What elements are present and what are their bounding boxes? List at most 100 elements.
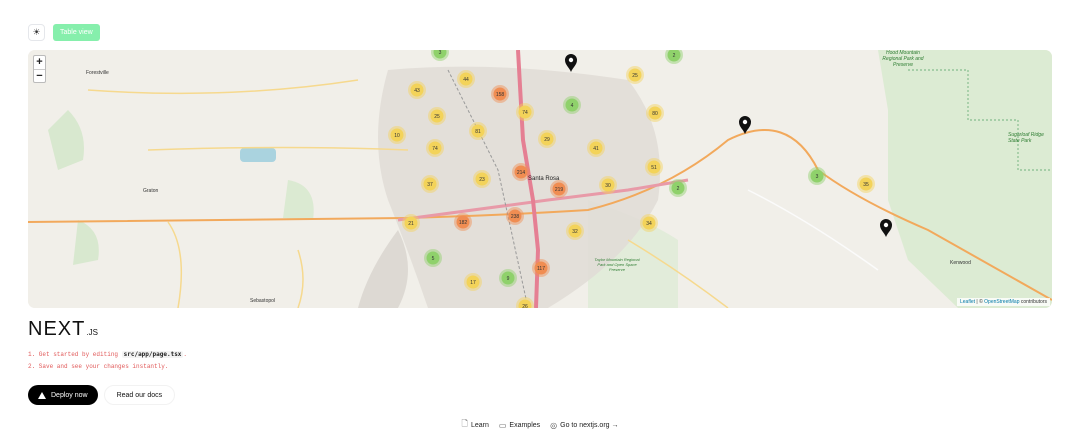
marker-cluster[interactable]: 37 <box>421 175 439 193</box>
map-attribution: Leaflet | © OpenStreetMap contributors <box>957 298 1050 306</box>
cluster-count: 10 <box>394 133 400 139</box>
osm-link[interactable]: OpenStreetMap <box>984 299 1019 305</box>
marker-cluster[interactable]: 26 <box>516 297 534 308</box>
marker-cluster[interactable]: 2 <box>665 50 683 64</box>
examples-label: Examples <box>509 421 541 429</box>
globe-icon: ◎ <box>550 420 558 430</box>
marker-cluster[interactable]: 219 <box>550 180 568 198</box>
map-pin-icon[interactable] <box>739 116 751 134</box>
logo-suffix: .JS <box>86 328 98 337</box>
cluster-count: 44 <box>463 77 469 83</box>
cluster-count: 3 <box>816 174 819 180</box>
step-suffix: . <box>183 351 188 358</box>
place-label-hood-mountain: Hood Mountain Regional Park and Preserve <box>882 50 924 68</box>
leaflet-link[interactable]: Leaflet <box>960 299 975 305</box>
marker-cluster[interactable]: 32 <box>566 222 584 240</box>
examples-link[interactable]: ▭ Examples <box>499 418 540 432</box>
docs-button[interactable]: Read our docs <box>103 385 176 405</box>
toolbar: ☀ Table view <box>28 23 100 41</box>
map-pin-icon[interactable] <box>880 219 892 237</box>
marker-cluster[interactable]: 74 <box>426 139 444 157</box>
marker-cluster[interactable]: 3 <box>808 167 826 185</box>
cluster-count: 29 <box>544 137 550 143</box>
cluster-count: 214 <box>517 170 526 176</box>
table-view-button[interactable]: Table view <box>53 23 100 41</box>
cluster-count: 74 <box>432 146 438 152</box>
cluster-count: 21 <box>408 221 414 227</box>
marker-cluster[interactable]: 3 <box>431 50 449 61</box>
marker-cluster[interactable]: 182 <box>454 213 472 231</box>
marker-cluster[interactable]: 5 <box>424 249 442 267</box>
actions: Deploy now Read our docs <box>28 385 176 405</box>
place-label-sugarloaf: Sugarloaf Ridge State Park <box>1008 132 1044 144</box>
window-icon: ▭ <box>498 420 507 430</box>
cluster-count: 2 <box>677 186 680 192</box>
marker-cluster[interactable]: 117 <box>532 259 550 277</box>
marker-cluster[interactable]: 51 <box>645 158 663 176</box>
cluster-count: 5 <box>432 256 435 262</box>
marker-cluster[interactable]: 30 <box>599 176 617 194</box>
step-prefix: 2. Save and see your changes instantly. <box>28 363 169 370</box>
marker-cluster[interactable]: 21 <box>402 214 420 232</box>
list-item: 2. Save and see your changes instantly. <box>28 361 187 373</box>
step-code: src/app/page.tsx <box>121 351 184 358</box>
step-prefix: 1. Get started by editing <box>28 351 122 358</box>
cluster-count: 35 <box>863 182 869 188</box>
cluster-count: 25 <box>434 114 440 120</box>
cluster-count: 3 <box>439 50 442 56</box>
cluster-count: 74 <box>522 110 528 116</box>
marker-cluster[interactable]: 29 <box>538 130 556 148</box>
place-label-taylor-mountain: Taylor Mountain Regional Park and Open S… <box>594 257 640 272</box>
marker-cluster[interactable]: 2 <box>669 179 687 197</box>
marker-cluster[interactable]: 44 <box>457 70 475 88</box>
learn-label: Learn <box>470 421 489 429</box>
place-label-sebastopol: Sebastopol <box>250 298 276 304</box>
marker-cluster[interactable]: 17 <box>464 273 482 291</box>
sun-icon[interactable]: ☀ <box>28 23 45 41</box>
deploy-button[interactable]: Deploy now <box>28 385 98 405</box>
list-item: 1. Get started by editing src/app/page.t… <box>28 349 187 361</box>
map[interactable]: 3 44 43 158 74 4 25 2 25 80 10 81 29 41 74 51 214 23 37 219… <box>28 50 1052 308</box>
map-pin-icon[interactable] <box>565 54 577 72</box>
marker-cluster[interactable]: 23 <box>473 170 491 188</box>
nextjs-label: Go to nextjs.org → <box>560 421 619 429</box>
cluster-count: 4 <box>571 103 574 109</box>
zoom-out-button[interactable]: − <box>34 69 45 82</box>
cluster-count: 51 <box>651 165 657 171</box>
nextjs-logo: NEXT .JS <box>28 318 98 340</box>
place-label-kenwood: Kenwood <box>950 260 971 266</box>
marker-cluster[interactable]: 25 <box>428 107 446 125</box>
marker-cluster[interactable]: 34 <box>640 214 658 232</box>
marker-cluster[interactable]: 35 <box>857 175 875 193</box>
marker-cluster[interactable]: 9 <box>499 269 517 287</box>
cluster-count: 80 <box>652 111 658 117</box>
vercel-triangle-icon <box>38 391 46 399</box>
marker-cluster[interactable]: 41 <box>587 139 605 157</box>
attribution-separator: | © <box>976 299 983 305</box>
marker-cluster[interactable]: 81 <box>469 122 487 140</box>
zoom-in-button[interactable]: + <box>34 56 45 69</box>
cluster-count: 30 <box>605 183 611 189</box>
cluster-count: 17 <box>470 280 476 286</box>
marker-cluster[interactable]: 80 <box>646 104 664 122</box>
cluster-count: 25 <box>632 73 638 79</box>
marker-cluster[interactable]: 4 <box>563 96 581 114</box>
zoom-control: + − <box>33 55 46 83</box>
deploy-label: Deploy now <box>51 391 88 399</box>
file-icon: 🗋 <box>461 419 468 428</box>
marker-cluster[interactable]: 158 <box>491 85 509 103</box>
marker-cluster[interactable]: 43 <box>408 81 426 99</box>
marker-cluster[interactable]: 25 <box>626 66 644 84</box>
marker-cluster[interactable]: 238 <box>506 207 524 225</box>
footer: 🗋 Learn ▭ Examples ◎ Go to nextjs.org → <box>0 418 1080 432</box>
place-label-santa-rosa: Santa Rosa <box>528 176 560 182</box>
nextjs-link[interactable]: ◎ Go to nextjs.org → <box>550 418 618 432</box>
cluster-count: 32 <box>572 229 578 235</box>
cluster-count: 219 <box>555 187 564 193</box>
logo-text: NEXT <box>28 318 86 340</box>
cluster-count: 43 <box>414 88 420 94</box>
marker-cluster[interactable]: 74 <box>516 103 534 121</box>
marker-cluster[interactable]: 10 <box>388 126 406 144</box>
learn-link[interactable]: 🗋 Learn <box>462 418 489 432</box>
place-label-forestville: Forestville <box>86 70 109 76</box>
